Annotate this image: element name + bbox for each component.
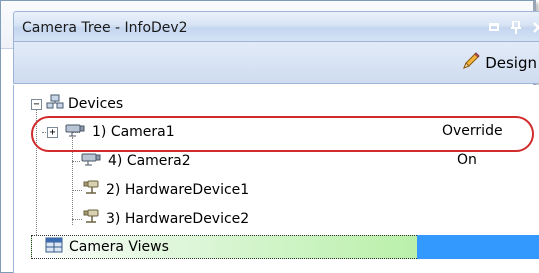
collapse-icon[interactable]: −	[31, 98, 42, 110]
tree-connector	[72, 190, 82, 191]
tree-node-label: 4) Camera2	[108, 153, 191, 169]
panel-title: Camera Tree - InfoDev2	[22, 20, 188, 36]
tree-node-label: 3) HardwareDevice2	[106, 211, 250, 227]
design-label: Design	[485, 54, 537, 72]
tree-node-label: 2) HardwareDevice1	[106, 182, 250, 198]
tree-node-devices[interactable]: − Devices	[31, 90, 123, 118]
tree-connector	[72, 161, 80, 162]
tree-node-camera-views[interactable]: Camera Views	[45, 233, 169, 261]
title-bar-buttons	[486, 19, 539, 35]
hardware-device-icon	[82, 208, 100, 230]
toolbar: Design	[13, 42, 539, 84]
close-icon[interactable]	[530, 19, 539, 35]
tree-node-hardware-device1[interactable]: 2) HardwareDevice1	[82, 176, 249, 204]
tree-connector	[72, 219, 82, 220]
pin-icon[interactable]	[508, 19, 524, 35]
camera1-highlight-annotation	[31, 116, 534, 152]
camera2-status: On	[457, 152, 477, 168]
tree-node-hardware-device2[interactable]: 3) HardwareDevice2	[82, 205, 249, 233]
design-button[interactable]: Design	[461, 52, 537, 74]
tree-node-label: Devices	[68, 96, 124, 112]
pencil-icon	[461, 51, 481, 75]
camera-tree-panel: Camera Tree - InfoDev2 Design − Devices …	[0, 0, 539, 273]
devices-icon	[46, 94, 64, 114]
camera-views-selection-fill	[417, 235, 539, 259]
tree-node-label: Camera Views	[69, 239, 169, 255]
hardware-device-icon	[82, 179, 100, 201]
title-bar-strip: Camera Tree - InfoDev2	[13, 11, 539, 42]
maximize-icon[interactable]	[486, 19, 502, 35]
camera-tree: − Devices + 1) Camera1 Override 4) Camer…	[13, 85, 539, 273]
camera-views-icon	[45, 237, 63, 257]
camera-icon	[80, 151, 102, 171]
